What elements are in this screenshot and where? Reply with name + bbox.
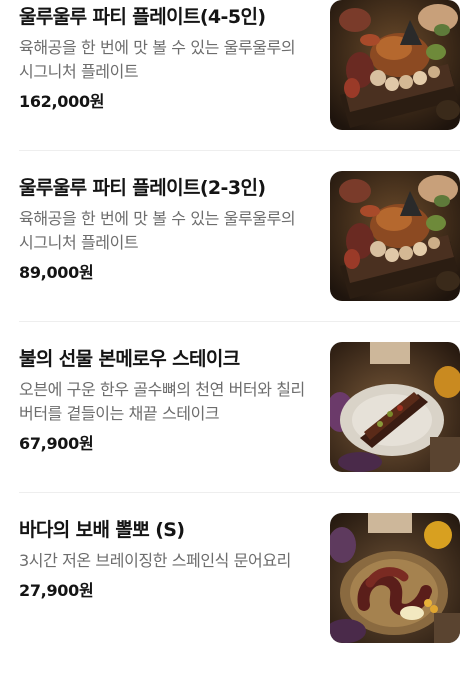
menu-item-description: 오븐에 구운 한우 골수뼈의 천연 버터와 칠리 버터를 곁들이는 채끝 스테이… — [19, 380, 305, 423]
menu-item-pulpo[interactable]: 바다의 보배 뽈뽀 (S) 3시간 저온 브레이징한 스페인식 문어요리 27,… — [0, 513, 472, 688]
menu-item-price: 89,000원 — [19, 263, 94, 282]
menu-item-name: 불의 선물 본메로우 스테이크 — [19, 348, 240, 370]
menu-item-description: 3시간 저온 브레이징한 스페인식 문어요리 — [19, 551, 291, 570]
menu-list: 울루울루 파티 플레이트(4-5인) 육해공을 한 번에 맛 볼 수 있는 울루… — [0, 0, 472, 654]
menu-item-name: 바다의 보배 뽈뽀 (S) — [19, 519, 185, 541]
menu-item-price: 162,000원 — [19, 92, 105, 111]
menu-item-name: 울루울루 파티 플레이트(4-5인) — [19, 6, 266, 28]
menu-item-photo[interactable] — [330, 171, 460, 301]
menu-item-description: 육해공을 한 번에 맛 볼 수 있는 울루울루의 시그니처 플레이트 — [19, 209, 296, 252]
menu-item-text: 울루울루 파티 플레이트(4-5인) 육해공을 한 번에 맛 볼 수 있는 울루… — [19, 4, 311, 114]
menu-item-price: 67,900원 — [19, 434, 94, 453]
menu-item-text: 울루울루 파티 플레이트(2-3인) 육해공을 한 번에 맛 볼 수 있는 울루… — [19, 175, 311, 285]
menu-item-photo[interactable] — [330, 0, 460, 130]
divider — [19, 321, 460, 322]
divider — [19, 492, 460, 493]
menu-item-photo[interactable] — [330, 513, 460, 643]
menu-item-text: 불의 선물 본메로우 스테이크 오븐에 구운 한우 골수뼈의 천연 버터와 칠리… — [19, 346, 311, 456]
platter-photo — [330, 0, 460, 130]
octopus-photo — [330, 513, 460, 643]
menu-item-text: 바다의 보배 뽈뽀 (S) 3시간 저온 브레이징한 스페인식 문어요리 27,… — [19, 517, 311, 603]
menu-item-photo[interactable] — [330, 342, 460, 472]
menu-item-name: 울루울루 파티 플레이트(2-3인) — [19, 177, 266, 199]
divider — [19, 150, 460, 151]
menu-item-description: 육해공을 한 번에 맛 볼 수 있는 울루울루의 시그니처 플레이트 — [19, 38, 296, 81]
menu-item-price: 27,900원 — [19, 581, 94, 600]
steak-photo — [330, 342, 460, 472]
platter-photo — [330, 171, 460, 301]
